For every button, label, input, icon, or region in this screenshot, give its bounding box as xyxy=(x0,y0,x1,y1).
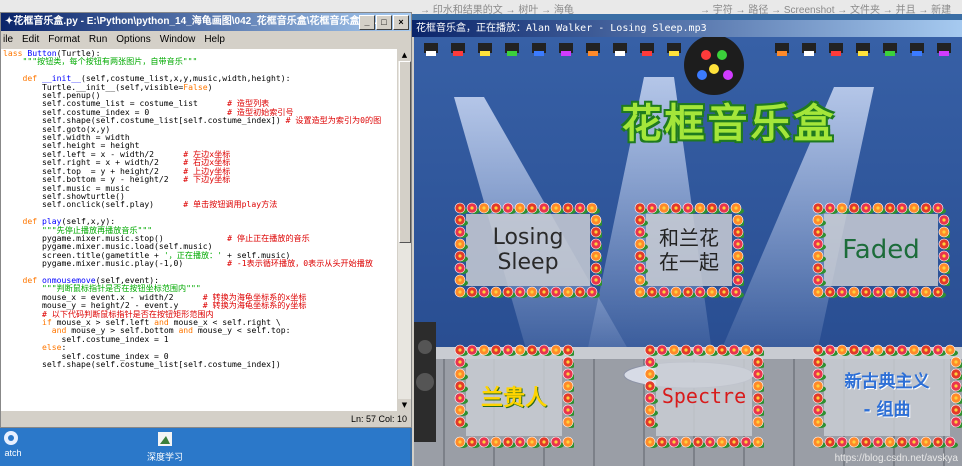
scroll-up-arrow-icon[interactable]: ▲ xyxy=(398,49,411,61)
watermark-text: https://blog.csdn.net/avskya xyxy=(834,453,958,464)
turtle-canvas: 花框音乐盒 Losing Sleep 和兰花 在一起 Faded 兰贵人 Spe… xyxy=(414,37,962,466)
song-button-he-lanhua[interactable]: 和兰花 在一起 xyxy=(634,202,746,298)
menu-format[interactable]: Format xyxy=(48,34,80,45)
stage-light-icon xyxy=(453,51,463,56)
scroll-down-arrow-icon[interactable]: ▼ xyxy=(398,399,411,411)
stage-light-icon xyxy=(480,51,490,56)
song-button-faded[interactable]: Faded xyxy=(812,202,952,298)
song-button-neoclassical[interactable]: 新古典主义 - 组曲 xyxy=(812,344,962,448)
song-label: Losing Sleep xyxy=(492,225,564,275)
idle-statusbar: Ln: 57 Col: 10 xyxy=(1,413,411,427)
menu-options[interactable]: Options xyxy=(116,34,150,45)
close-button[interactable]: × xyxy=(393,15,409,30)
music-box-window: 花框音乐盒，正在播放：Alan Walker - Losing Sleep.mp… xyxy=(412,20,962,466)
stage-light-icon xyxy=(669,51,679,56)
source-code[interactable]: lass Button(Turtle): """按钮类，每个按钮有两张图片，自带… xyxy=(1,49,397,368)
song-label: Faded xyxy=(842,235,920,265)
code-editor[interactable]: lass Button(Turtle): """按钮类，每个按钮有两张图片，自带… xyxy=(1,49,397,411)
song-label: 和兰花 在一起 xyxy=(659,226,719,274)
menu-window[interactable]: Window xyxy=(160,34,196,45)
desktop-area: atch 深度学习 xyxy=(0,426,410,466)
minimize-button[interactable]: _ xyxy=(359,15,375,30)
desktop-icon-label: 深度学习 xyxy=(146,452,183,462)
stage-light-icon xyxy=(507,51,517,56)
app-heading: 花框音乐盒 xyxy=(621,101,837,147)
menu-help[interactable]: Help xyxy=(204,34,225,45)
stage-light-icon xyxy=(615,51,625,56)
background-window-text: → 宇符 → 路径 → Screenshot → 文件夹 → 并且 → 新建 xyxy=(700,5,952,16)
song-label: Spectre xyxy=(661,384,747,408)
stage-light-icon xyxy=(777,51,787,56)
idle-window-title: ✦花框音乐盒.py - E:\Python\python_14_海龟画图\042… xyxy=(5,16,377,27)
song-label: 兰贵人 xyxy=(480,386,547,411)
stage-light-icon xyxy=(534,51,544,56)
song-label: 新古典主义 - 组曲 xyxy=(844,372,930,420)
maximize-button[interactable]: □ xyxy=(376,15,392,30)
song-button-losing-sleep[interactable]: Losing Sleep xyxy=(454,202,604,298)
game-titlebar[interactable]: 花框音乐盒，正在播放：Alan Walker - Losing Sleep.mp… xyxy=(412,20,962,37)
shortcut-icon xyxy=(158,432,172,446)
stage-light-icon xyxy=(939,51,949,56)
idle-titlebar[interactable]: ✦花框音乐盒.py - E:\Python\python_14_海龟画图\042… xyxy=(1,13,411,31)
background-window-text: → 印水和结果的文 → 树叶 → 海龟 xyxy=(420,5,574,16)
stage-light-icon xyxy=(561,51,571,56)
stage-light-icon xyxy=(426,51,436,56)
stage-light-icon xyxy=(642,51,652,56)
scrollbar-thumb[interactable] xyxy=(399,61,411,243)
stage-light-icon xyxy=(885,51,895,56)
idle-menubar: ile Edit Format Run Options Window Help xyxy=(1,31,411,47)
stage-light-icon xyxy=(912,51,922,56)
song-button-lan-guiren[interactable]: 兰贵人 xyxy=(454,344,576,448)
shortcut-icon xyxy=(4,431,18,445)
idle-editor-window: ✦花框音乐盒.py - E:\Python\python_14_海龟画图\042… xyxy=(0,12,412,428)
desktop-icon-label: atch xyxy=(4,448,22,458)
stage-light-icon xyxy=(588,51,598,56)
stage-light-icon xyxy=(831,51,841,56)
menu-edit[interactable]: Edit xyxy=(22,34,39,45)
song-button-spectre[interactable]: Spectre xyxy=(644,344,766,448)
editor-scrollbar[interactable]: ▲ ▼ xyxy=(398,49,411,411)
menu-file[interactable]: ile xyxy=(3,34,13,45)
menu-run[interactable]: Run xyxy=(89,34,107,45)
game-window-title: 花框音乐盒，正在播放：Alan Walker - Losing Sleep.mp… xyxy=(416,23,707,34)
cursor-position: Ln: 57 Col: 10 xyxy=(350,414,407,424)
stage-light-icon xyxy=(804,51,814,56)
stage-light-icon xyxy=(858,51,868,56)
desktop-shortcut[interactable]: 深度学习 xyxy=(140,430,190,463)
desktop-shortcut[interactable]: atch xyxy=(0,430,26,458)
